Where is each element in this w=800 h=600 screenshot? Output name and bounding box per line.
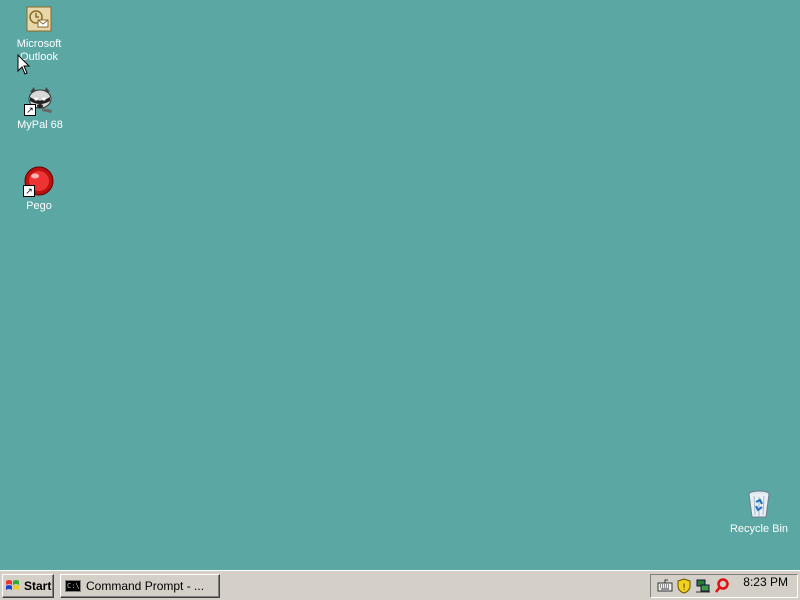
mouse-cursor-icon: [17, 54, 31, 75]
desktop-icon-label: Pego: [26, 200, 52, 212]
start-label: Start: [24, 579, 52, 593]
desktop-icon-recycle-bin[interactable]: Recycle Bin: [721, 488, 797, 536]
desktop-icon-pego[interactable]: ↗ Pego: [1, 165, 77, 213]
desktop-icon-label: Microsoft Outlook: [16, 38, 62, 63]
search-icon[interactable]: [714, 578, 730, 594]
keyboard-icon[interactable]: [657, 578, 673, 594]
desktop-icon-mypal[interactable]: ↗ MyPal 68: [2, 84, 78, 132]
start-button[interactable]: Start: [2, 574, 54, 598]
security-shield-icon[interactable]: !: [676, 578, 692, 594]
desktop[interactable]: Microsoft Outlook ↗ MyPal 68 ↗ Pego Recy…: [0, 0, 800, 570]
svg-text:!: !: [682, 583, 686, 593]
shortcut-arrow-icon: ↗: [24, 104, 36, 116]
desktop-icon-label: Recycle Bin: [729, 523, 789, 535]
task-label: Command Prompt - ...: [86, 579, 205, 593]
outlook-icon: [23, 3, 55, 35]
recycle-bin-icon: [743, 488, 775, 520]
pego-icon: ↗: [23, 165, 55, 197]
taskbar: Start C:\ Command Prompt - ... ! 8:23 PM: [0, 570, 800, 600]
shortcut-arrow-icon: ↗: [23, 185, 35, 197]
desktop-icon-outlook[interactable]: Microsoft Outlook: [1, 3, 77, 64]
network-icon[interactable]: [695, 578, 711, 594]
raccoon-icon: ↗: [24, 84, 56, 116]
clock[interactable]: 8:23 PM: [743, 575, 788, 589]
command-prompt-icon: C:\: [65, 580, 81, 592]
windows-logo-icon: [6, 580, 19, 590]
desktop-icon-label: MyPal 68: [17, 119, 63, 131]
taskbar-button-command-prompt[interactable]: C:\ Command Prompt - ...: [60, 574, 220, 598]
